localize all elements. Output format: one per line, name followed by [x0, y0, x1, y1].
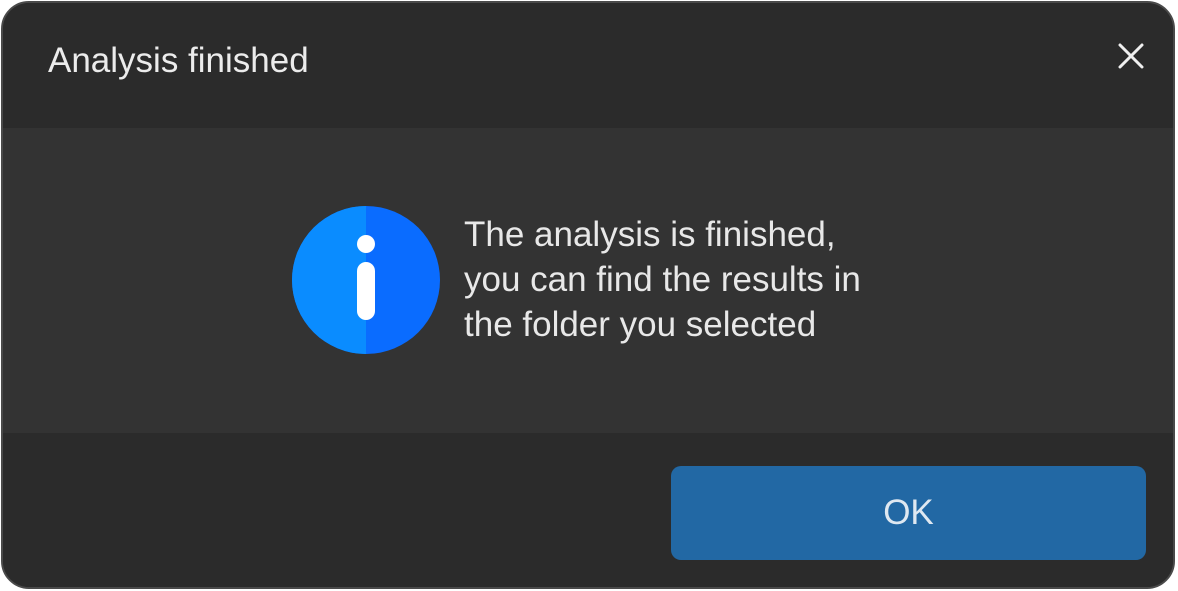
message-line-1: The analysis is finished, — [464, 215, 836, 254]
dialog-titlebar: Analysis finished — [3, 3, 1173, 128]
dialog-footer: OK — [3, 433, 1173, 587]
close-icon — [1118, 43, 1144, 69]
message-line-3: the folder you selected — [464, 305, 817, 344]
analysis-finished-dialog: Analysis finished The analysis is finish… — [1, 1, 1175, 589]
ok-button[interactable]: OK — [671, 466, 1146, 560]
dialog-title: Analysis finished — [48, 41, 309, 80]
message-line-2: you can find the results in — [464, 260, 861, 299]
close-button[interactable] — [1111, 36, 1151, 76]
dialog-message: The analysis is finished, you can find t… — [464, 212, 861, 347]
ok-button-label: OK — [883, 493, 934, 532]
info-icon — [292, 206, 440, 354]
dialog-content: The analysis is finished, you can find t… — [3, 128, 1173, 433]
